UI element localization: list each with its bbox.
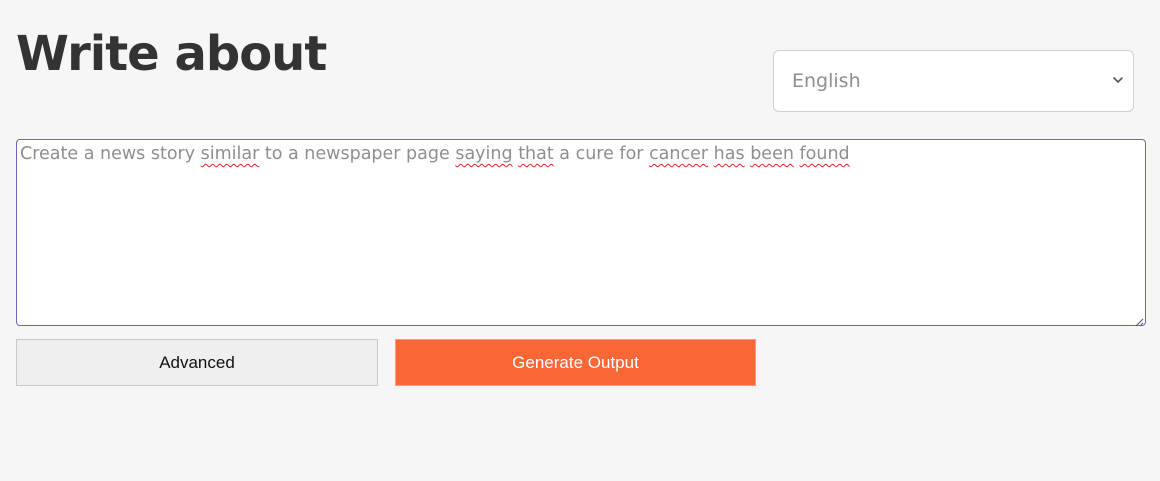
prompt-text-segment: Create a news story: [20, 144, 201, 164]
prompt-word-misspelled: found: [799, 144, 850, 164]
chevron-down-icon: [1111, 73, 1125, 87]
prompt-textarea[interactable]: Create a news story similar to a newspap…: [16, 139, 1146, 327]
prompt-word-misspelled: similar: [200, 144, 260, 164]
prompt-word-misspelled: been: [750, 144, 794, 164]
language-select[interactable]: English: [773, 50, 1134, 112]
prompt-word-misspelled: saying: [455, 144, 513, 164]
resize-handle-icon[interactable]: [1134, 314, 1144, 327]
prompt-text: Create a news story similar to a newspap…: [20, 144, 850, 164]
generate-output-button[interactable]: Generate Output: [395, 339, 756, 386]
prompt-text-segment: a cure for: [553, 144, 650, 164]
advanced-button[interactable]: Advanced: [16, 339, 378, 386]
prompt-word-misspelled: cancer: [649, 144, 709, 164]
prompt-text-segment: to a newspaper page: [259, 144, 456, 164]
language-select-value: English: [792, 70, 861, 92]
prompt-word-misspelled: has: [713, 144, 745, 164]
page: Write about English Create a news story …: [0, 0, 1160, 481]
prompt-word-misspelled: that: [518, 144, 554, 164]
page-title: Write about: [16, 26, 327, 82]
